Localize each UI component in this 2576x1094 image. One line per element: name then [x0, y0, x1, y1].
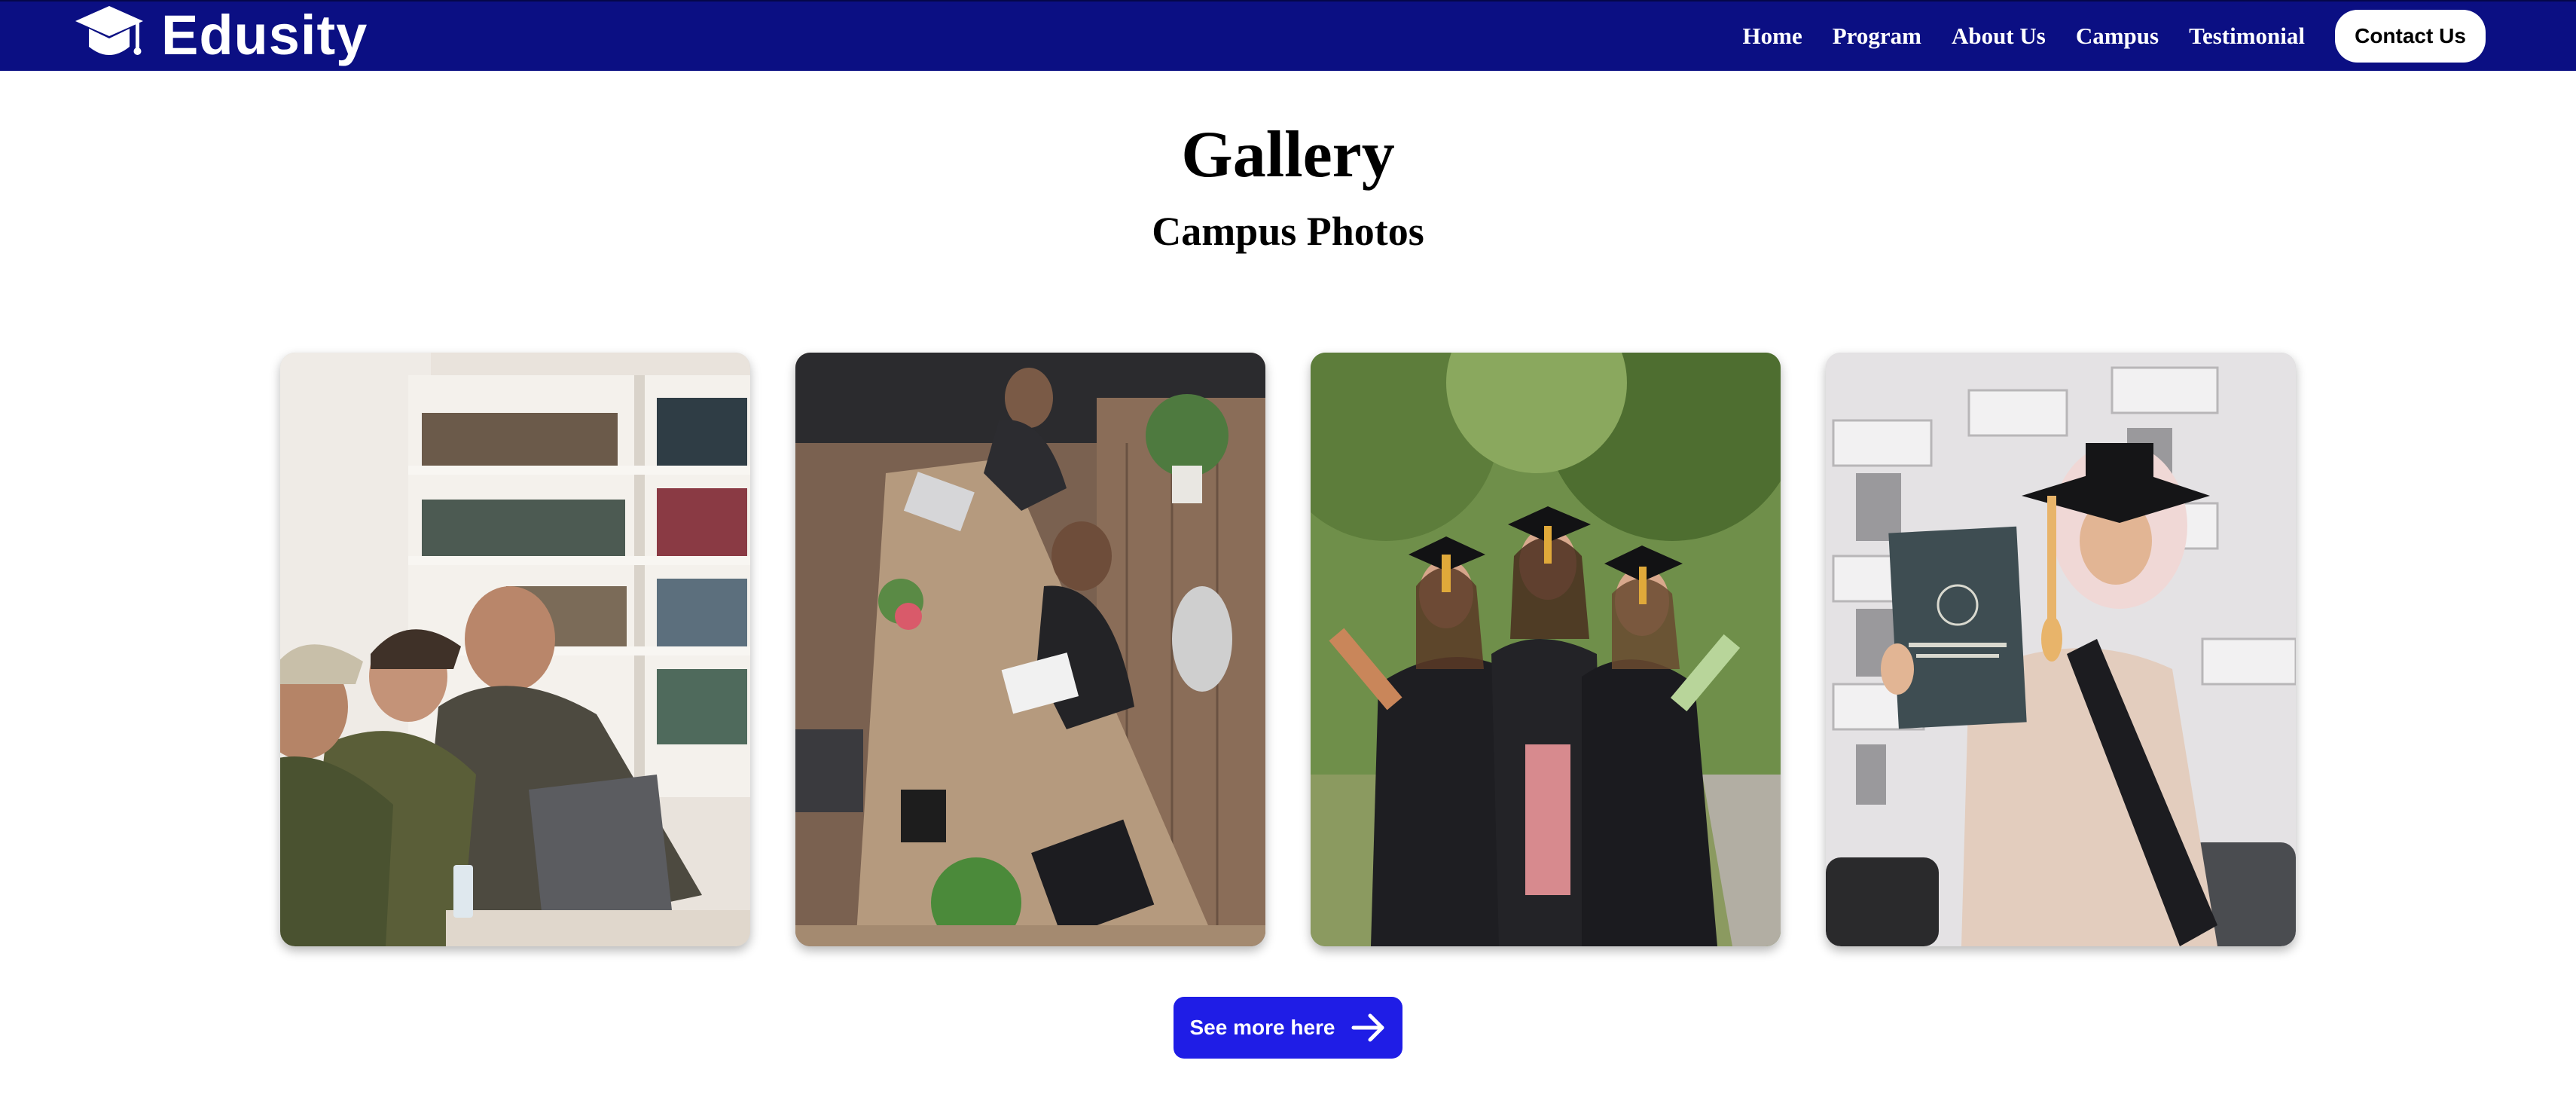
- brand-name: Edusity: [161, 4, 368, 66]
- gallery-title: Gallery: [1181, 118, 1395, 191]
- gallery-photo-graduate-book[interactable]: [1826, 353, 2296, 946]
- brand-logo[interactable]: Edusity: [74, 2, 368, 69]
- graduates-photo-image: [1311, 353, 1781, 946]
- gallery-photo-workspace[interactable]: [795, 353, 1265, 946]
- see-more-label: See more here: [1189, 1016, 1335, 1039]
- gallery-subtitle: Campus Photos: [1152, 209, 1424, 254]
- gallery-photo-graduates[interactable]: [1311, 353, 1781, 946]
- nav-item-home[interactable]: Home: [1743, 23, 1802, 50]
- navbar: Edusity Home Program About Us Campus Tes…: [0, 0, 2576, 71]
- library-photo-image: [280, 353, 750, 946]
- arrow-right-icon: [1351, 1013, 1384, 1042]
- graduate-book-photo-image: [1826, 353, 2296, 946]
- photo-gallery: [280, 353, 2296, 946]
- graduation-cap-icon: [75, 6, 143, 55]
- nav-item-campus[interactable]: Campus: [2076, 23, 2159, 50]
- contact-us-button[interactable]: Contact Us: [2335, 10, 2486, 63]
- nav-menu: Home Program About Us Campus Testimonial…: [1743, 2, 2486, 71]
- workspace-photo-image: [795, 353, 1265, 946]
- nav-item-program[interactable]: Program: [1833, 23, 1921, 50]
- nav-item-about-us[interactable]: About Us: [1952, 23, 2046, 50]
- nav-item-testimonial[interactable]: Testimonial: [2189, 23, 2305, 50]
- see-more-button[interactable]: See more here: [1174, 997, 1402, 1059]
- gallery-photo-students-library[interactable]: [280, 353, 750, 946]
